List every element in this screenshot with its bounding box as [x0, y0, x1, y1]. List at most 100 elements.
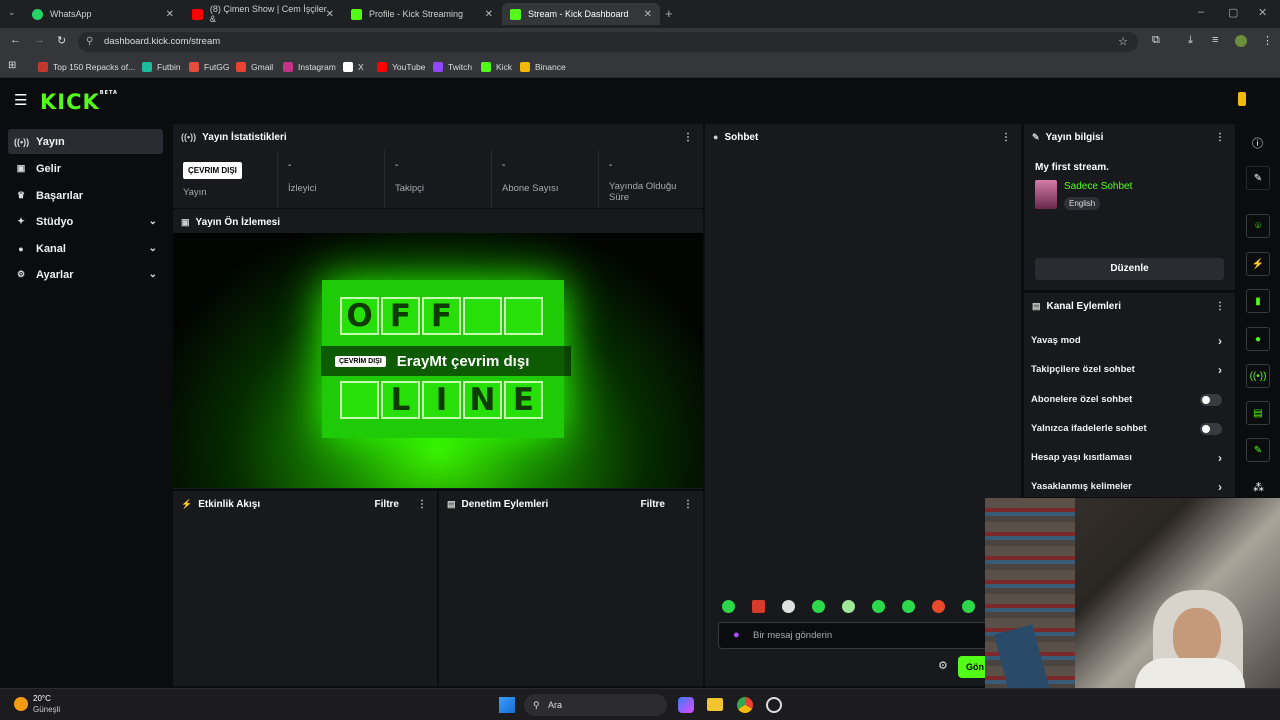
shield-icon: ▤: [447, 498, 456, 509]
bookmark-item[interactable]: Kick: [481, 56, 512, 78]
notification-icon[interactable]: [1238, 92, 1246, 106]
extensions-icon[interactable]: ⧉: [1152, 34, 1160, 47]
new-tab-button[interactable]: +: [665, 6, 673, 21]
chrome-icon[interactable]: [737, 697, 753, 713]
obs-icon[interactable]: [766, 697, 782, 713]
kick-logo[interactable]: KICKBETA: [40, 90, 118, 114]
taskbar-search[interactable]: ⚲ Ara: [524, 694, 667, 716]
lightning-icon[interactable]: ⚡: [1246, 252, 1270, 276]
download-icon[interactable]: ⤓: [1188, 34, 1193, 47]
stat-label: Yayında Olduğu Süre: [609, 181, 677, 203]
tab-kick-dashboard[interactable]: Stream - Kick Dashboard ✕: [502, 3, 660, 25]
panel-title: Sohbet: [724, 131, 759, 143]
minimize-button[interactable]: –: [1198, 6, 1204, 18]
bookmark-item[interactable]: Top 150 Repacks of...: [38, 56, 135, 78]
sidebar-item-studyo[interactable]: ✦ Stüdyo ⌄: [8, 209, 163, 234]
browser-menu-icon[interactable]: ⋮: [1262, 34, 1273, 47]
close-window-button[interactable]: ✕: [1258, 6, 1267, 19]
profile-avatar[interactable]: [1235, 35, 1247, 47]
category-link[interactable]: Sadece Sohbet: [1064, 181, 1132, 192]
emote-icon[interactable]: [722, 600, 735, 613]
chat-icon[interactable]: ●: [1246, 327, 1270, 351]
broadcast-icon[interactable]: ((•)): [1246, 364, 1270, 388]
tab-whatsapp[interactable]: WhatsApp ✕: [24, 3, 182, 25]
emote-icon[interactable]: [902, 600, 915, 613]
sidebar-item-yayin[interactable]: ((•)) Yayın: [8, 129, 163, 154]
tab-search-icon[interactable]: ⌄: [8, 7, 16, 18]
sidebar-item-basarilar[interactable]: ♛ Başarılar: [8, 183, 163, 208]
forward-icon[interactable]: →: [34, 34, 45, 46]
tab-kick-profile[interactable]: Profile - Kick Streaming ✕: [343, 3, 501, 25]
more-options-icon[interactable]: ⋮: [683, 132, 693, 143]
bookmark-item[interactable]: X: [343, 56, 364, 78]
option-banned-words[interactable]: Yasaklanmış kelimeler ›: [1031, 472, 1226, 501]
copilot-icon[interactable]: [678, 697, 694, 713]
edit-button[interactable]: Düzenle: [1035, 258, 1224, 280]
bookmark-item[interactable]: Binance: [520, 56, 566, 78]
emote-icon[interactable]: [752, 600, 765, 613]
bookmark-item[interactable]: Futbin: [142, 56, 181, 78]
emote-icon[interactable]: [932, 600, 945, 613]
stream-title: My first stream.: [1035, 162, 1109, 173]
bookmark-favicon: [343, 62, 353, 72]
sidebar-item-label: Stüdyo: [36, 215, 74, 228]
emote-icon[interactable]: [872, 600, 885, 613]
more-options-icon[interactable]: ⋮: [417, 499, 427, 510]
camera-icon[interactable]: ⌾: [1246, 214, 1270, 238]
document-icon[interactable]: ▮: [1246, 289, 1270, 313]
sidebar-item-label: Başarılar: [36, 189, 84, 202]
stream-preview-video[interactable]: O F F L I N E ÇEVRİM DIŞI ErayMt çevrim …: [173, 233, 703, 488]
more-options-icon[interactable]: ⋮: [683, 499, 693, 510]
back-icon[interactable]: ←: [10, 34, 21, 46]
chat-settings-icon[interactable]: ⚙: [938, 659, 948, 672]
reload-icon[interactable]: ↻: [57, 34, 66, 47]
subscribers-only-toggle[interactable]: [1200, 393, 1222, 406]
edit-layout-icon[interactable]: ✎: [1246, 166, 1270, 190]
microphone-icon[interactable]: ●: [733, 623, 740, 648]
emote-icon[interactable]: [962, 600, 975, 613]
info-icon[interactable]: ⓘ: [1252, 135, 1263, 151]
option-followers-only[interactable]: Takipçilere özel sohbet ›: [1031, 355, 1226, 384]
emotes-only-toggle[interactable]: [1200, 422, 1222, 435]
emote-icon[interactable]: [782, 600, 795, 613]
close-tab-icon[interactable]: ✕: [644, 9, 652, 20]
filter-button[interactable]: Filtre: [375, 499, 399, 510]
more-options-icon[interactable]: ⋮: [1001, 132, 1011, 143]
tab-youtube[interactable]: (8) Çimen Show | Cem İşçiler & ✕: [184, 3, 342, 25]
reading-list-icon[interactable]: ≡: [1212, 34, 1218, 46]
option-slow-mode[interactable]: Yavaş mod ›: [1031, 326, 1226, 355]
close-tab-icon[interactable]: ✕: [326, 9, 334, 20]
apps-grid-icon[interactable]: ⊞: [8, 60, 16, 71]
sidebar-item-ayarlar[interactable]: ⚙ Ayarlar ⌄: [8, 262, 163, 287]
option-label: Yalnızca ifadelerle sohbet: [1031, 423, 1147, 434]
bookmark-label: FutGG: [204, 62, 230, 72]
users-icon[interactable]: ⁂: [1253, 481, 1264, 494]
windows-start-icon[interactable]: [499, 697, 515, 713]
sidebar-item-gelir[interactable]: ▣ Gelir: [8, 156, 163, 181]
sidebar-item-kanal[interactable]: ● Kanal ⌄: [8, 236, 163, 261]
bookmark-item[interactable]: Instagram: [283, 56, 336, 78]
hamburger-menu-icon[interactable]: ☰: [14, 91, 27, 109]
bookmark-item[interactable]: Twitch: [433, 56, 472, 78]
chat-message-input[interactable]: ● Bir mesaj gönderin: [718, 622, 988, 649]
moderation-icon[interactable]: ▤: [1246, 401, 1270, 425]
emote-icon[interactable]: [812, 600, 825, 613]
maximize-button[interactable]: ▢: [1228, 6, 1238, 19]
filter-button[interactable]: Filtre: [641, 499, 665, 510]
more-options-icon[interactable]: ⋮: [1215, 301, 1225, 312]
bookmark-item[interactable]: FutGG: [189, 56, 230, 78]
wrench-icon[interactable]: ✎: [1246, 438, 1270, 462]
panel-title: Kanal Eylemleri: [1046, 300, 1121, 312]
more-options-icon[interactable]: ⋮: [1215, 132, 1225, 143]
bookmark-item[interactable]: Gmail: [236, 56, 273, 78]
option-account-age[interactable]: Hesap yaşı kısıtlaması ›: [1031, 443, 1226, 472]
close-tab-icon[interactable]: ✕: [166, 9, 174, 20]
file-explorer-icon[interactable]: [707, 698, 723, 711]
bookmark-item[interactable]: YouTube: [377, 56, 425, 78]
address-bar[interactable]: ⚲ dashboard.kick.com/stream ☆: [78, 32, 1138, 52]
close-tab-icon[interactable]: ✕: [485, 9, 493, 20]
weather-temperature[interactable]: 20°C: [33, 694, 51, 703]
emote-icon[interactable]: [842, 600, 855, 613]
bookmark-star-icon[interactable]: ☆: [1118, 32, 1128, 52]
site-info-icon[interactable]: ⚲: [86, 32, 93, 52]
